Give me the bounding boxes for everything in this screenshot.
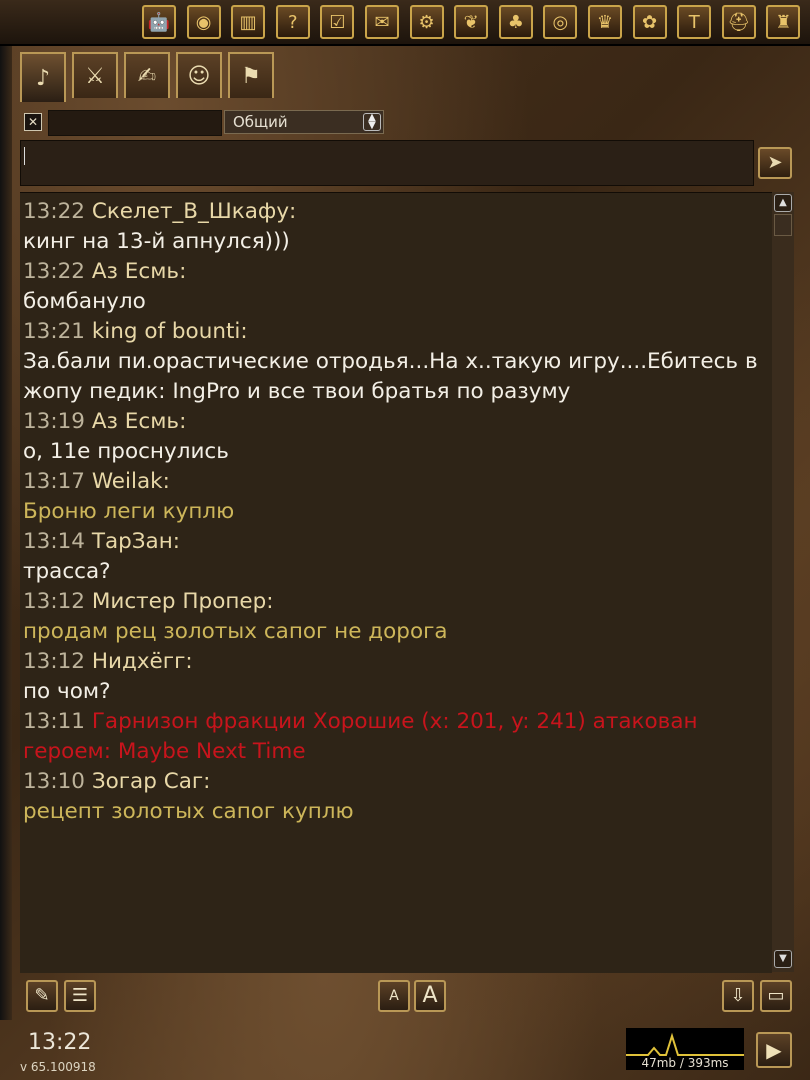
message-text: Броню леги куплю bbox=[23, 499, 235, 524]
scroll-down-icon[interactable]: ▼ bbox=[774, 950, 792, 968]
send-button[interactable]: ➤ bbox=[758, 147, 792, 179]
helmet-icon[interactable]: ⛑ bbox=[721, 5, 756, 39]
message-time: 13:12 bbox=[23, 589, 85, 614]
scroll-to-bottom-button[interactable]: ⇩ bbox=[722, 980, 754, 1012]
message-header: 13:12 Нидхёгг: bbox=[23, 649, 193, 674]
system-message-text: героем: Maybe Next Time bbox=[23, 739, 306, 764]
message-header: 13:10 Зогар Саг: bbox=[23, 769, 210, 794]
message-time: 13:12 bbox=[23, 649, 85, 674]
book-icon: ✎ bbox=[34, 985, 50, 1006]
performance-graph: 47mb / 393ms bbox=[626, 1028, 744, 1070]
send-arrow-icon: ➤ bbox=[767, 152, 783, 173]
message-header: 13:11 Гарнизон фракции Хорошие (x: 201, … bbox=[23, 709, 698, 734]
message-author[interactable]: Аз Есмь: bbox=[92, 409, 187, 434]
channel-dropdown-icon[interactable]: ▲ ▼ bbox=[363, 113, 381, 131]
swords-icon[interactable]: ⚔ bbox=[72, 52, 118, 98]
channel-label: Общий bbox=[233, 113, 288, 131]
message-time: 13:22 bbox=[23, 199, 85, 224]
hammer-icon[interactable]: T bbox=[677, 5, 712, 39]
message-text: За.бали пи.орастические отродья...На х..… bbox=[23, 349, 758, 374]
android-icon[interactable]: 🤖 bbox=[142, 5, 176, 39]
monitor-icon: ▭ bbox=[767, 985, 785, 1006]
message-text: о, 11е проснулись bbox=[23, 439, 229, 464]
message-header: 13:19 Аз Есмь: bbox=[23, 409, 186, 434]
message-author[interactable]: Weilak: bbox=[92, 469, 170, 494]
text-caret bbox=[24, 147, 25, 165]
brain-icon[interactable]: ✿ bbox=[632, 5, 667, 39]
settings-gear-icon[interactable]: ⚙ bbox=[409, 5, 444, 39]
chat-scrollbar[interactable]: ▲ ▼ bbox=[772, 192, 794, 972]
message-text: рецепт золотых сапог куплю bbox=[23, 799, 354, 824]
message-text: по чом? bbox=[23, 679, 111, 704]
message-author[interactable]: Мистер Пропер: bbox=[92, 589, 274, 614]
ping-graph-line bbox=[626, 1032, 744, 1056]
message-author[interactable]: Зогар Саг: bbox=[92, 769, 211, 794]
message-author[interactable]: Скелет_В_Шкафу: bbox=[92, 199, 296, 224]
message-author[interactable]: ТарЗан: bbox=[92, 529, 180, 554]
masks-icon[interactable]: ☺ bbox=[176, 52, 222, 98]
message-time: 13:21 bbox=[23, 319, 85, 344]
map-icon[interactable]: ◎ bbox=[543, 5, 578, 39]
message-text: продам рец золотых сапог не дорога bbox=[23, 619, 448, 644]
performance-text: 47mb / 393ms bbox=[641, 1056, 729, 1070]
console-button[interactable]: ▭ bbox=[760, 980, 792, 1012]
message-time: 13:22 bbox=[23, 259, 85, 284]
tree-icon[interactable]: ♣ bbox=[498, 5, 533, 39]
message-time: 13:17 bbox=[23, 469, 85, 494]
message-header: 13:14 ТарЗан: bbox=[23, 529, 180, 554]
message-header: 13:22 Аз Есмь: bbox=[23, 259, 186, 284]
message-author[interactable]: Аз Есмь: bbox=[92, 259, 187, 284]
message-input[interactable] bbox=[20, 140, 754, 186]
version-label: v 65.100918 bbox=[20, 1060, 96, 1074]
message-author[interactable]: king of bounti: bbox=[92, 319, 248, 344]
emote-button[interactable]: ✎ bbox=[26, 980, 58, 1012]
font-larger-button[interactable]: A bbox=[414, 980, 446, 1012]
recipient-name-field[interactable] bbox=[48, 110, 222, 136]
writing-icon[interactable]: ✍ bbox=[124, 52, 170, 98]
history-button[interactable]: ☰ bbox=[64, 980, 96, 1012]
horn-icon[interactable]: ♪ bbox=[20, 52, 66, 102]
message-time: 13:14 bbox=[23, 529, 85, 554]
mail-icon[interactable]: ✉ bbox=[365, 5, 399, 39]
channel-select[interactable]: Общий ▲ ▼ bbox=[224, 110, 384, 134]
top-toolbar: 🤖 ◉ ▥? ☑ ✉ ⚙ ❦ ♣ ◎ ♛ ✿ T ⛑ ♜ bbox=[0, 0, 810, 46]
message-time: 13:11 bbox=[23, 709, 85, 734]
message-author[interactable]: Нидхёгг: bbox=[92, 649, 193, 674]
system-message-text: Гарнизон фракции Хорошие (x: 201, y: 241… bbox=[91, 709, 698, 734]
message-header: 13:21 king of bounti: bbox=[23, 319, 248, 344]
laurel-icon[interactable]: ❦ bbox=[454, 5, 489, 39]
message-time: 13:10 bbox=[23, 769, 85, 794]
message-time: 13:19 bbox=[23, 409, 85, 434]
message-header: 13:17 Weilak: bbox=[23, 469, 170, 494]
chat-log: 13:22 Скелет_В_Шкафу: кинг на 13-й апнулс… bbox=[20, 192, 772, 973]
message-header: 13:22 Скелет_В_Шкафу: bbox=[23, 199, 296, 224]
weathervane-icon[interactable]: ⚑ bbox=[228, 52, 274, 98]
scroll-thumb[interactable] bbox=[774, 214, 792, 236]
font-smaller-button[interactable]: A bbox=[378, 980, 410, 1012]
play-button[interactable]: ▶ bbox=[756, 1032, 792, 1068]
checklist-icon[interactable]: ☑ bbox=[320, 5, 355, 39]
left-border bbox=[0, 44, 12, 1020]
scroll-icon: ☰ bbox=[71, 985, 89, 1006]
message-text: трасса? bbox=[23, 559, 111, 584]
message-text: бомбануло bbox=[23, 289, 146, 314]
coins-icon[interactable]: ◉ bbox=[186, 5, 221, 39]
message-text: кинг на 13-й апнулся))) bbox=[23, 229, 290, 254]
play-icon: ▶ bbox=[766, 1038, 782, 1062]
crown-icon[interactable]: ♛ bbox=[588, 5, 622, 39]
castle-icon[interactable]: ♜ bbox=[766, 5, 801, 39]
game-clock: 13:22 bbox=[28, 1030, 92, 1055]
scroll-up-icon[interactable]: ▲ bbox=[774, 194, 792, 212]
quest-icon[interactable]: ? bbox=[275, 5, 310, 39]
message-text: жопу педик: IngPro и все твои братья по … bbox=[23, 379, 571, 404]
spellbook-icon[interactable]: ▥ bbox=[231, 5, 266, 39]
close-chat-button[interactable]: ✕ bbox=[24, 113, 42, 131]
scroll-bottom-icon: ⇩ bbox=[730, 985, 746, 1006]
message-header: 13:12 Мистер Пропер: bbox=[23, 589, 274, 614]
